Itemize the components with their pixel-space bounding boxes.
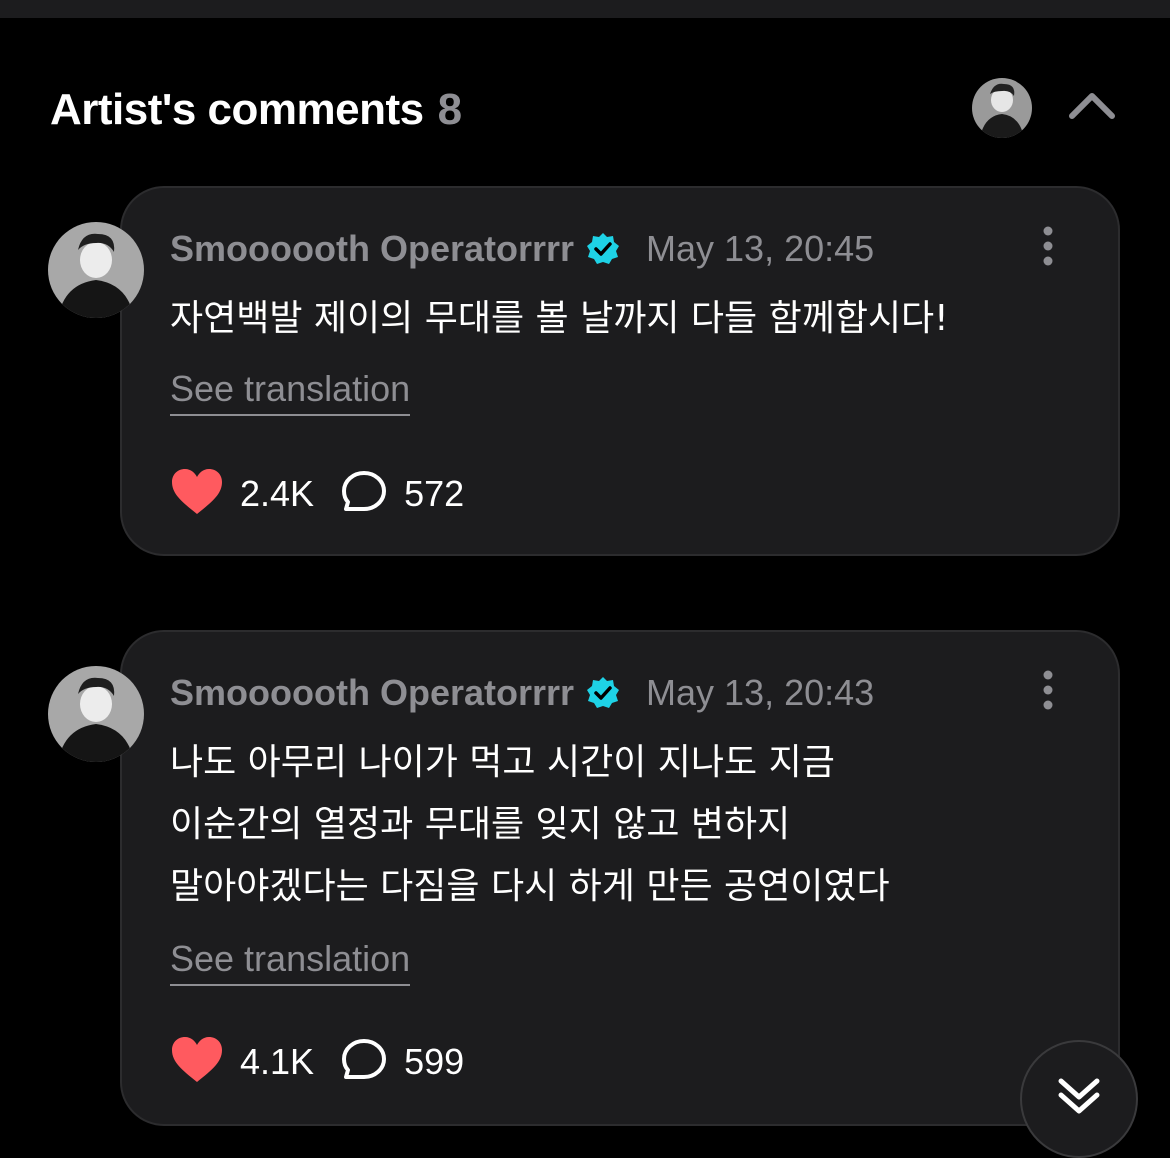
comment-meta: Smoooooth Operatorrrr May 13, 20:43	[170, 668, 874, 718]
collapse-button[interactable]	[1062, 82, 1122, 132]
reply-button[interactable]: 572	[340, 469, 464, 519]
scroll-to-bottom-button[interactable]	[1020, 1040, 1138, 1158]
reply-button[interactable]: 599	[340, 1037, 464, 1087]
author-name[interactable]: Smoooooth Operatorrrr	[170, 228, 574, 270]
more-options-button[interactable]	[1030, 670, 1066, 714]
comment-text: 나도 아무리 나이가 먹고 시간이 지나도 지금 이순간의 열정과 무대를 잊지…	[170, 742, 890, 907]
comment-card: Smoooooth Operatorrrr May 13, 20:43 나도 아…	[120, 630, 1120, 1126]
comment-card: Smoooooth Operatorrrr May 13, 20:45 자연백발…	[120, 186, 1120, 556]
heart-icon	[170, 1036, 224, 1088]
chevron-up-icon	[1068, 90, 1116, 124]
comment-time: May 13, 20:45	[646, 228, 875, 269]
reply-count: 572	[404, 473, 465, 514]
comment-text: 자연백발 제이의 무대를 볼 날까지 다들 함께합시다!	[170, 298, 949, 339]
comment-count: 8	[437, 85, 463, 134]
see-translation-link[interactable]: See translation	[170, 938, 411, 986]
comment-bubble-icon	[340, 1037, 388, 1087]
like-count: 4.1K	[240, 1041, 315, 1082]
avatar-icon[interactable]	[972, 78, 1032, 138]
more-options-button[interactable]	[1030, 226, 1066, 270]
artist-comments-header: Artist's comments 8	[50, 80, 462, 140]
double-chevron-down-icon	[1057, 1077, 1101, 1121]
author-avatar[interactable]	[48, 666, 144, 762]
section-title: Artist's comments	[50, 85, 424, 134]
like-button[interactable]: 4.1K	[170, 1036, 314, 1088]
comment-actions: 4.1K 599	[170, 1034, 464, 1090]
author-avatar[interactable]	[48, 222, 144, 318]
comment-bubble-icon	[340, 469, 388, 519]
author-name[interactable]: Smoooooth Operatorrrr	[170, 672, 574, 714]
see-translation-link[interactable]: See translation	[170, 368, 411, 416]
heart-icon	[170, 468, 224, 520]
comment-actions: 2.4K 572	[170, 466, 464, 522]
more-vertical-icon	[1042, 226, 1054, 270]
like-count: 2.4K	[240, 473, 315, 514]
more-vertical-icon	[1042, 670, 1054, 714]
like-button[interactable]: 2.4K	[170, 468, 314, 520]
comment-item: Smoooooth Operatorrrr May 13, 20:45 자연백발…	[0, 186, 1170, 556]
comment-item: Smoooooth Operatorrrr May 13, 20:43 나도 아…	[0, 630, 1170, 1126]
verified-badge-icon	[586, 232, 620, 266]
comment-time: May 13, 20:43	[646, 672, 875, 713]
top-bar	[0, 0, 1170, 18]
comment-meta: Smoooooth Operatorrrr May 13, 20:45	[170, 224, 874, 274]
reply-count: 599	[404, 1041, 465, 1082]
verified-badge-icon	[586, 676, 620, 710]
